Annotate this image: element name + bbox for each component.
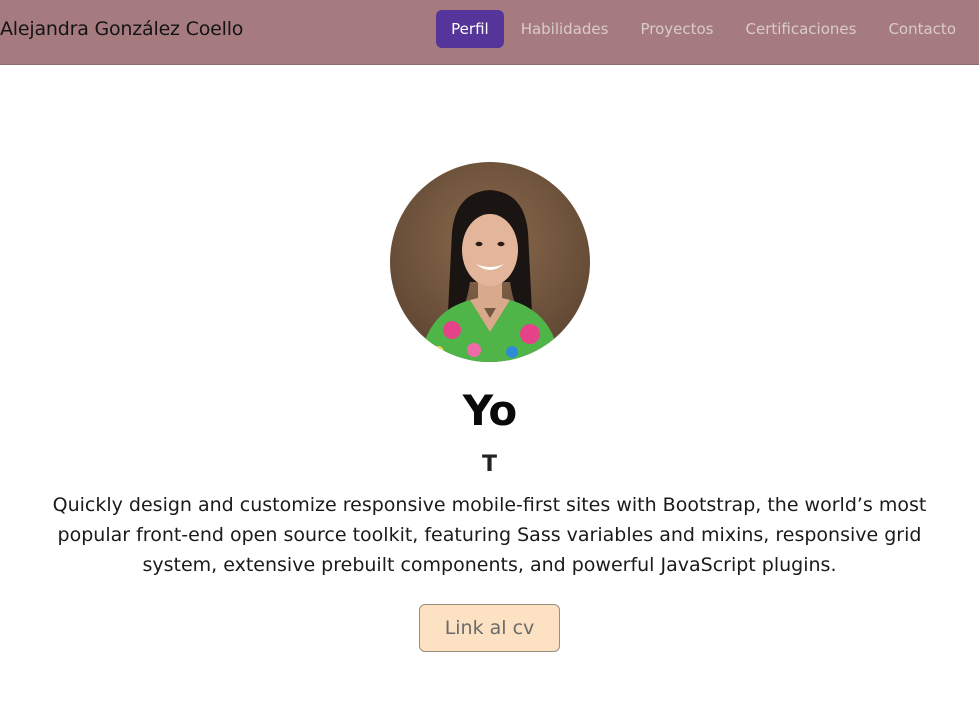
page-title: Yo bbox=[462, 386, 517, 435]
nav-menu: Perfil Habilidades Proyectos Certificaci… bbox=[434, 10, 971, 48]
nav-item-proyectos[interactable]: Proyectos bbox=[625, 10, 728, 48]
cv-link-button[interactable]: Link al cv bbox=[419, 604, 560, 652]
nav-item-certificaciones[interactable]: Certificaciones bbox=[731, 10, 872, 48]
navbar: Alejandra González Coello Perfil Habilid… bbox=[0, 0, 979, 65]
brand-name[interactable]: Alejandra González Coello bbox=[0, 16, 243, 42]
page-subtitle: T bbox=[481, 452, 497, 477]
profile-photo bbox=[389, 162, 590, 362]
lead-paragraph: Quickly design and customize responsive … bbox=[52, 494, 927, 576]
nav-item-habilidades[interactable]: Habilidades bbox=[506, 10, 624, 48]
nav-item-perfil[interactable]: Perfil bbox=[436, 10, 504, 48]
hero-section: Yo T Quickly design and customize respon… bbox=[0, 162, 979, 652]
nav-item-contacto[interactable]: Contacto bbox=[873, 10, 971, 48]
